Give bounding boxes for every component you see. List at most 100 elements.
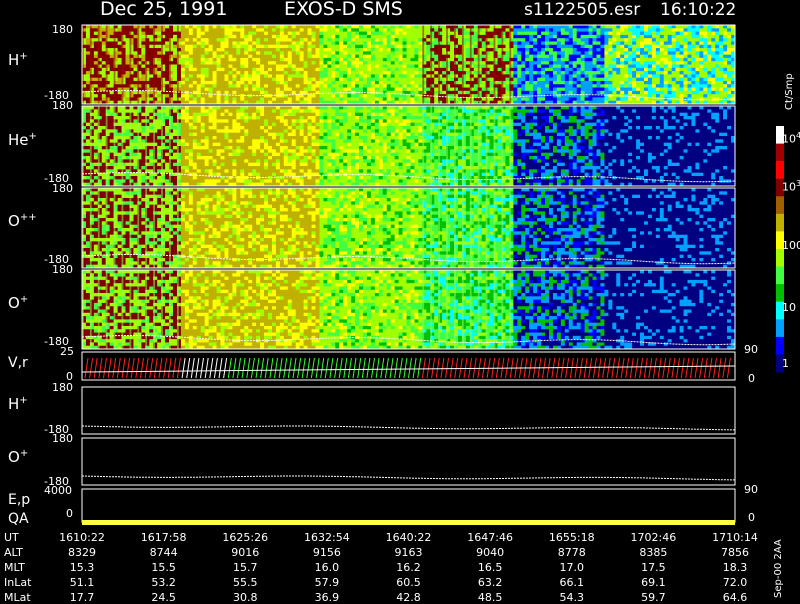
spectrogram-cell [275,34,281,39]
spectrogram-cell [564,97,570,102]
spectrogram-cell [271,84,277,88]
spectrogram-cell [220,169,225,174]
spectrogram-cell [228,119,233,124]
spectrogram-cell [347,25,352,29]
spectrogram-cell [173,176,178,180]
spectrogram-cell [370,54,376,59]
spectrogram-cell [236,41,241,46]
spectrogram-cell [335,64,340,69]
spectrogram-cell [291,87,297,92]
spectrogram-cell [228,71,233,75]
spectrogram-cell [628,84,633,88]
spectrogram-cell [173,48,178,52]
spectrogram-cell [687,44,692,49]
spectrogram-cell [537,64,542,69]
spectrogram-cell [212,142,217,147]
spectrogram-cell [244,74,249,79]
spectrogram-cell [560,44,566,49]
spectrogram-cell [628,97,633,102]
spectrogram-cell [109,31,115,36]
spectrogram-cell [149,139,154,144]
spectrogram-cell [117,97,122,102]
spectrogram-cell [434,54,439,59]
spectrogram-cell [268,61,273,65]
spectrogram-cell [347,31,352,36]
spectrogram-cell [224,142,229,147]
spectrogram-cell [275,84,281,88]
spectrogram-cell [596,28,601,32]
spectrogram-cell [240,84,245,88]
spectrogram-cell [244,84,249,88]
spectrogram-cell [109,38,115,42]
spectrogram-cell [323,31,328,36]
spectrogram-cell [232,31,237,36]
spectrogram-cell [232,57,237,62]
spectrogram-cell [683,51,688,56]
spectrogram-cell [133,106,138,110]
spectrogram-cell [220,77,225,82]
spectrogram-cell [184,97,190,102]
spectrogram-cell [703,41,708,46]
spectrogram-cell [331,74,336,79]
spectrogram-cell [418,28,423,32]
spectrogram-cell [236,179,241,184]
spectrogram-cell [552,41,558,46]
spectrogram-cell [141,51,146,56]
spectrogram-cell [386,48,392,52]
spectrogram-cell [315,97,320,102]
spectrogram-cell [200,51,206,56]
spectrogram-cell [141,97,146,102]
spectrogram-cell [616,90,621,95]
spectrogram-cell [552,90,558,95]
spectrogram-cell [707,84,712,88]
spectrogram-cell [505,54,510,59]
spectrogram-cell [220,67,225,72]
spectrogram-cell [465,41,471,46]
spectrogram-cell [723,44,728,49]
spectrogram-cell [220,126,225,130]
spectrogram-cell [687,31,692,36]
spectrogram-cell [580,61,586,65]
spectrogram-cell [355,97,360,102]
spectrogram-cell [370,38,376,42]
spectrogram-cell [402,25,407,29]
spectrogram-cell [141,61,146,65]
spectrogram-cell [620,51,625,56]
spectrogram-cell [556,38,562,42]
spectrogram-cell [359,61,364,65]
spectrogram-cell [366,38,372,42]
spectrogram-cell [533,28,538,32]
spectrogram-cell [347,28,352,32]
spectrogram-cell [149,94,154,98]
spectrogram-cell [117,176,122,180]
spectrogram-cell [600,67,605,72]
spectrogram-cell [141,54,146,59]
spectrogram-cell [727,34,732,39]
spectrogram-cell [604,54,609,59]
spectrogram-cell [184,119,190,124]
spectrogram-cell [671,64,677,69]
spectrogram-cell [228,84,233,88]
spectrogram-cell [691,28,696,32]
spectrogram-cell [517,84,522,88]
spectrogram-cell [418,41,423,46]
spectrogram-cell [552,80,558,85]
spectrogram-cell [386,77,392,82]
spectrogram-cell [307,31,312,36]
spectrogram-cell [220,48,225,52]
spectrogram-cell [224,119,229,124]
spectrogram-cell [125,116,130,120]
spectrogram-cell [723,41,728,46]
spectrogram-cell [576,90,582,95]
spectrogram-cell [180,116,186,120]
spectrogram-cell [173,112,178,117]
spectrogram-cell [196,159,202,164]
spectrogram-cell [667,71,673,75]
spectrogram-cell [184,87,190,92]
spectrogram-stripe [113,25,116,104]
spectrogram-cell [715,80,720,85]
spectrogram-cell [675,28,680,32]
spectrogram-cell [204,97,210,102]
spectrogram-cell [612,71,617,75]
spectrogram-cell [157,61,162,65]
